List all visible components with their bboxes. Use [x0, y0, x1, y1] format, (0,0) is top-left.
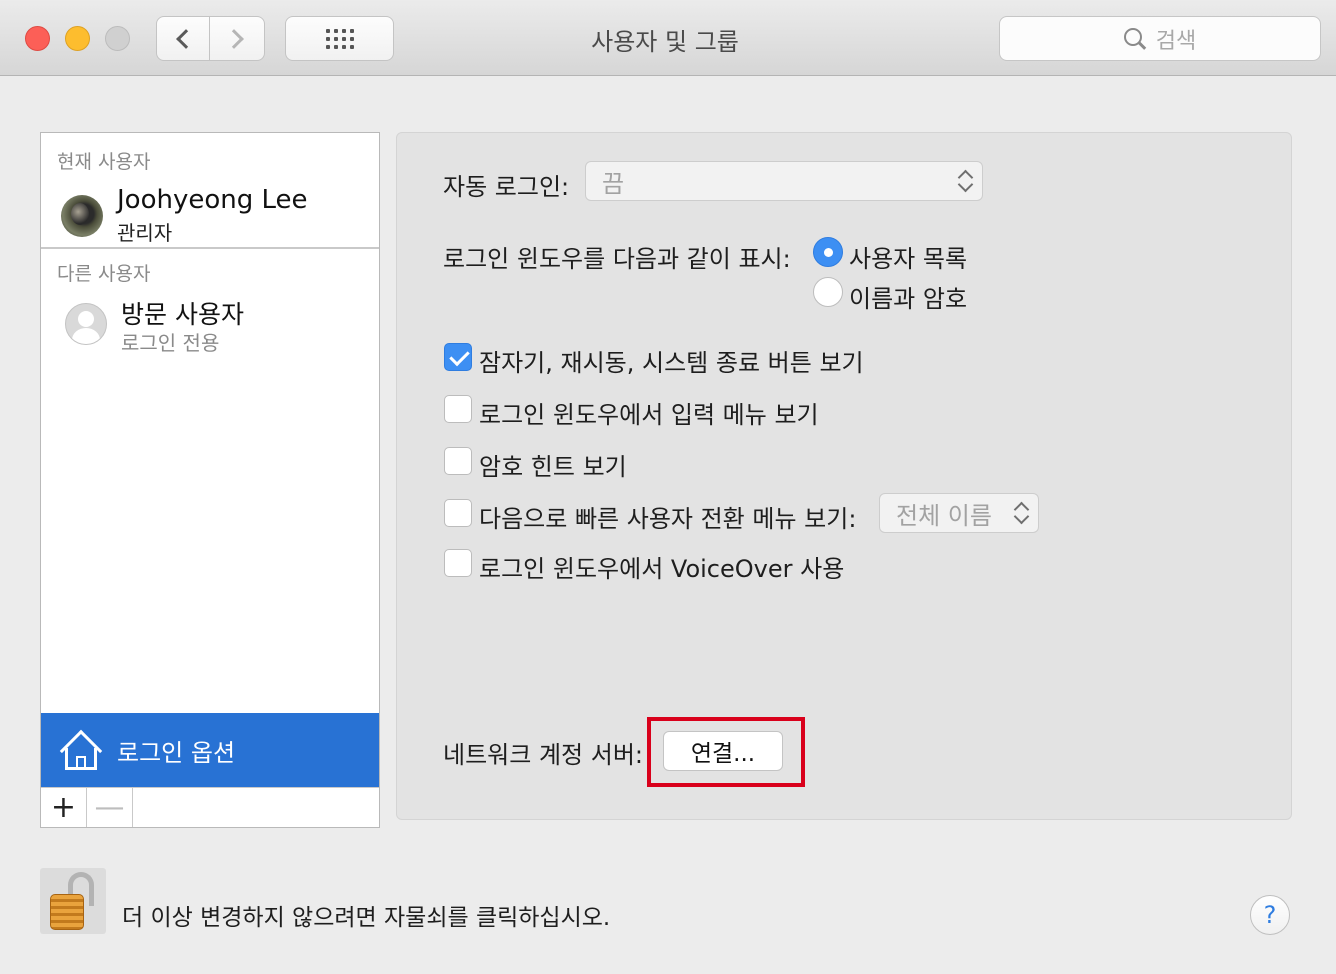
fast-user-switching-label[interactable]: 다음으로 빠른 사용자 전환 메뉴 보기: [479, 499, 856, 534]
input-menu-label[interactable]: 로그인 윈도우에서 입력 메뉴 보기 [479, 395, 819, 430]
minimize-window-button[interactable] [65, 26, 90, 51]
auto-login-value: 끔 [602, 169, 625, 198]
chevron-left-icon [176, 28, 196, 49]
auto-login-label: 자동 로그인: [443, 173, 570, 201]
radio-user-list-label[interactable]: 사용자 목록 [849, 239, 967, 274]
grid-icon [325, 28, 354, 49]
checkbox-password-hints[interactable] [444, 447, 472, 475]
updown-arrows-icon [1014, 501, 1028, 525]
back-button[interactable] [156, 16, 210, 61]
updown-arrows-icon [958, 169, 972, 193]
other-users-heading: 다른 사용자 [57, 263, 151, 285]
avatar [61, 195, 103, 237]
house-icon [59, 729, 103, 773]
add-user-button[interactable]: + [41, 788, 87, 827]
radio-user-list[interactable] [813, 237, 843, 267]
forward-button[interactable] [209, 16, 265, 61]
radio-name-password-label[interactable]: 이름과 암호 [849, 279, 967, 314]
password-hints-label[interactable]: 암호 힌트 보기 [479, 447, 627, 482]
guest-avatar-icon [65, 303, 107, 345]
remove-user-button[interactable]: — [87, 788, 133, 827]
divider [41, 247, 379, 249]
user-role: 관리자 [117, 221, 173, 245]
show-power-buttons-label[interactable]: 잠자기, 재시동, 시스템 종료 버튼 보기 [479, 343, 864, 378]
checkbox-voiceover[interactable] [444, 549, 472, 577]
checkbox-input-menu[interactable] [444, 395, 472, 423]
search-field[interactable]: 검색 [999, 16, 1321, 61]
search-placeholder: 검색 [1155, 28, 1197, 54]
search-icon [1123, 27, 1146, 50]
show-all-button[interactable] [285, 16, 394, 61]
close-window-button[interactable] [25, 26, 50, 51]
checkbox-show-power-buttons[interactable] [444, 343, 472, 371]
lock-icon[interactable] [40, 868, 106, 934]
fast-switch-popup[interactable]: 전체 이름 [879, 493, 1039, 533]
network-server-label: 네트워크 계정 서버: [443, 741, 643, 769]
auto-login-popup[interactable]: 끔 [585, 161, 983, 201]
sidebar-item-login-options[interactable]: 로그인 옵션 [41, 713, 379, 787]
radio-name-password[interactable] [813, 277, 843, 307]
help-button[interactable]: ? [1250, 895, 1290, 935]
title-bar: 사용자 및 그룹 검색 [0, 0, 1336, 76]
voiceover-label[interactable]: 로그인 윈도우에서 VoiceOver 사용 [479, 549, 844, 584]
guest-role: 로그인 전용 [121, 331, 220, 355]
login-options-panel: 자동 로그인: 끔 로그인 윈도우를 다음과 같이 표시: 사용자 목록 이름과… [396, 132, 1292, 820]
fast-switch-value: 전체 이름 [896, 501, 992, 530]
user-name: Joohyeong Lee [117, 185, 308, 215]
user-list-sidebar: 현재 사용자 Joohyeong Lee 관리자 다른 사용자 방문 사용자 로… [40, 132, 380, 828]
sidebar-toolbar: + — [41, 787, 379, 827]
chevron-right-icon [224, 28, 244, 49]
guest-name: 방문 사용자 [121, 300, 244, 329]
lock-status-text: 더 이상 변경하지 않으려면 자물쇠를 클릭하십시오. [122, 905, 611, 931]
display-as-label: 로그인 윈도우를 다음과 같이 표시: [443, 245, 791, 273]
zoom-window-button[interactable] [105, 26, 130, 51]
window-title: 사용자 및 그룹 [591, 28, 739, 56]
checkbox-fast-user-switching[interactable] [444, 499, 472, 527]
connect-button[interactable]: 연결... [663, 731, 783, 771]
current-users-heading: 현재 사용자 [57, 151, 151, 173]
login-options-label: 로그인 옵션 [117, 738, 236, 767]
